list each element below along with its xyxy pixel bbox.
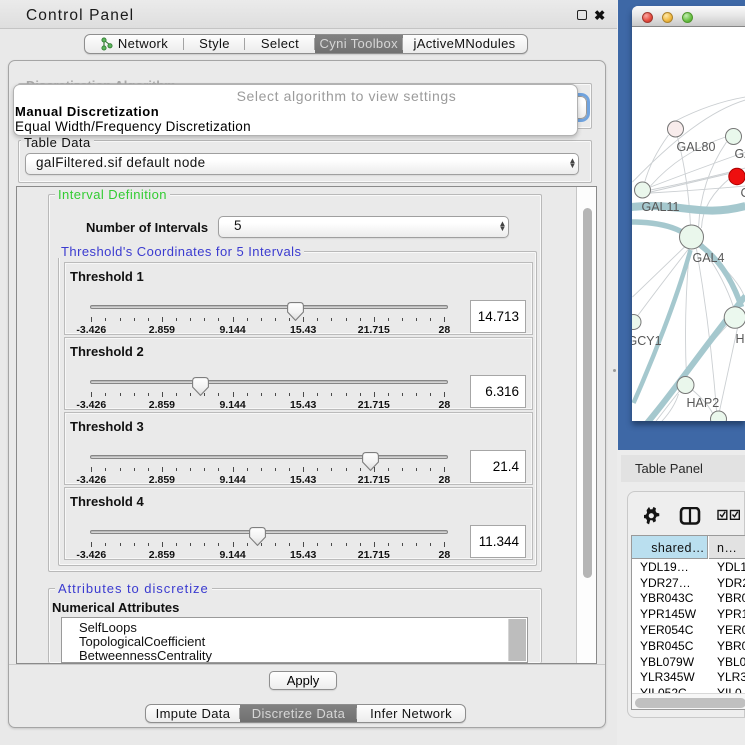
svg-text:H: H (735, 332, 744, 346)
svg-text:C: C (740, 186, 745, 200)
svg-text:GA: GA (734, 147, 745, 161)
svg-text:HAP2: HAP2 (686, 396, 719, 410)
svg-text:GCY1: GCY1 (632, 334, 662, 348)
svg-text:GAL80: GAL80 (676, 140, 715, 154)
svg-text:GAL4: GAL4 (692, 251, 724, 265)
svg-text:GAL11: GAL11 (641, 200, 679, 214)
